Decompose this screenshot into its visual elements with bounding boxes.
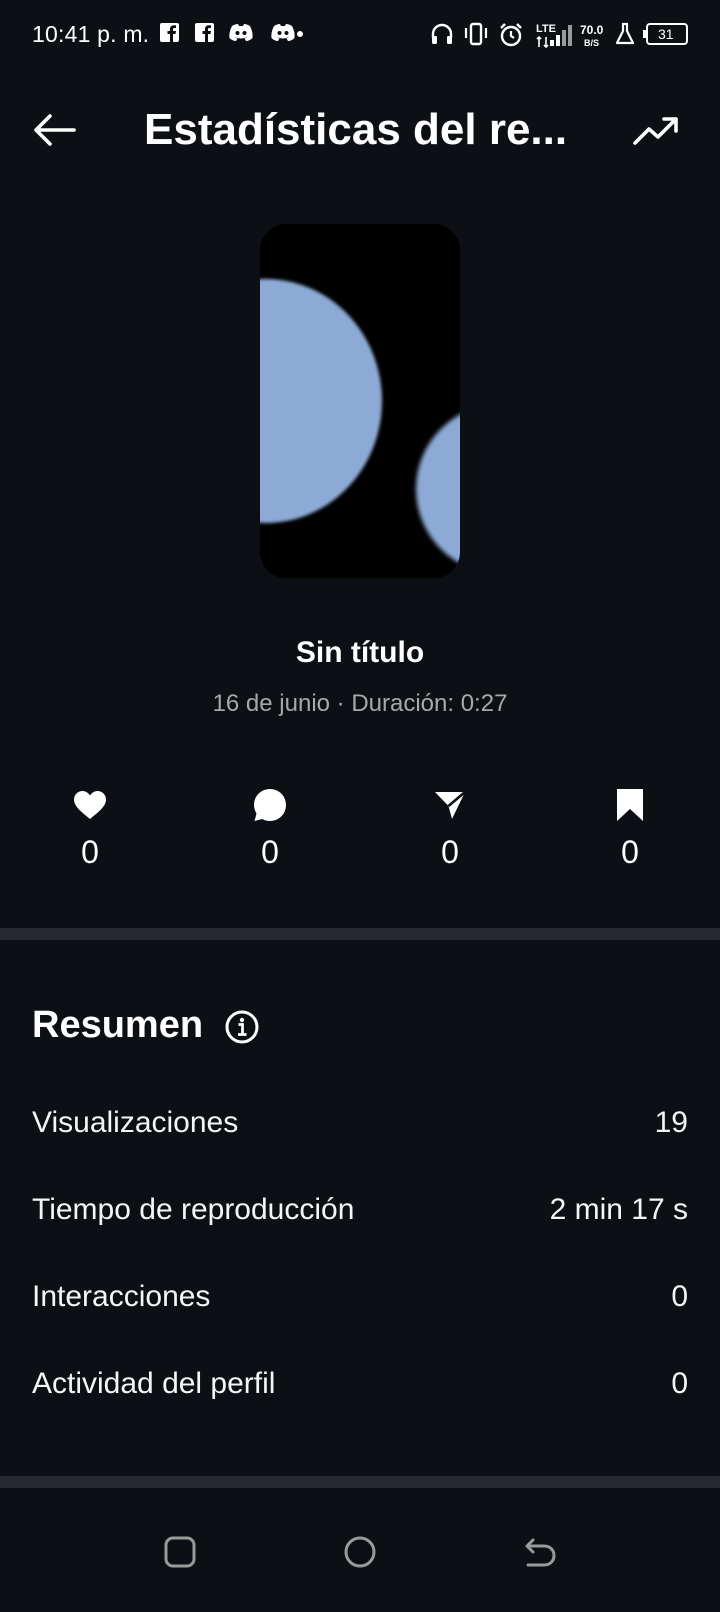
thumbnail-shape xyxy=(260,279,382,523)
info-icon xyxy=(225,1010,259,1044)
signal-icon xyxy=(550,25,572,46)
info-button[interactable] xyxy=(224,1009,260,1045)
trending-up-icon xyxy=(633,117,678,145)
headphones-icon xyxy=(431,23,453,44)
recents-button[interactable] xyxy=(150,1526,210,1578)
stat-row-profile-activity[interactable]: Actividad del perfil 0 xyxy=(32,1367,688,1407)
section-divider xyxy=(0,1476,720,1488)
battery-level: 31 xyxy=(658,26,674,42)
stat-row-views[interactable]: Visualizaciones 19 xyxy=(32,1106,688,1146)
net-speed-value: 70.0 xyxy=(580,23,604,37)
stat-label: Actividad del perfil xyxy=(32,1367,276,1400)
discord-icon xyxy=(271,24,303,41)
vibrate-icon xyxy=(464,22,488,46)
saves-count: 0 xyxy=(621,834,639,870)
stat-label: Tiempo de reproducción xyxy=(32,1193,355,1226)
stat-value: 2 min 17 s xyxy=(549,1193,688,1226)
back-button[interactable] xyxy=(26,108,82,152)
facebook-icon xyxy=(160,23,179,42)
system-back-icon xyxy=(525,1538,556,1567)
flask-icon xyxy=(615,22,635,45)
stat-label: Visualizaciones xyxy=(32,1106,239,1139)
bookmark-icon xyxy=(617,789,643,821)
reel-title: Sin título xyxy=(295,636,425,669)
reel-meta: 16 de junio · Duración: 0:27 xyxy=(212,690,508,717)
comments-count: 0 xyxy=(261,834,279,870)
alarm-icon xyxy=(500,23,522,47)
stat-value: 0 xyxy=(671,1280,688,1313)
send-icon xyxy=(435,791,466,819)
lte-signal-icon xyxy=(536,36,549,48)
recents-icon xyxy=(164,1536,196,1568)
heart-icon xyxy=(74,791,106,819)
facebook-icon xyxy=(195,23,214,42)
system-back-button[interactable] xyxy=(510,1526,570,1578)
system-nav-bar xyxy=(0,1490,720,1612)
stat-value: 19 xyxy=(654,1106,688,1139)
stat-row-interactions[interactable]: Interacciones 0 xyxy=(32,1280,688,1320)
page-title: Estadísticas del re... xyxy=(144,105,568,154)
stat-value: 0 xyxy=(671,1367,688,1400)
home-button[interactable] xyxy=(330,1526,390,1578)
stat-row-watch-time[interactable]: Tiempo de reproducción 2 min 17 s xyxy=(32,1193,688,1233)
reel-insights-screen: 10:41 p. m. LTE 70.0 B/S 31 Estadísticas… xyxy=(0,0,720,1612)
engagement-row: 0 0 0 0 xyxy=(0,784,720,874)
discord-icon xyxy=(229,24,253,41)
likes-stat: 0 xyxy=(40,784,140,874)
thumbnail-shape xyxy=(416,404,460,574)
section-divider xyxy=(0,928,720,940)
header: Estadísticas del re... xyxy=(0,90,720,170)
home-icon xyxy=(344,1536,376,1568)
comment-icon xyxy=(254,789,286,821)
summary-heading: Resumen xyxy=(32,1004,204,1046)
comments-stat: 0 xyxy=(220,784,320,874)
reel-thumbnail[interactable] xyxy=(260,224,460,578)
stat-label: Interacciones xyxy=(32,1280,211,1313)
saves-stat: 0 xyxy=(580,784,680,874)
back-arrow-icon xyxy=(34,114,76,146)
trends-button[interactable] xyxy=(626,108,686,152)
net-speed-unit: B/S xyxy=(584,38,600,48)
status-time: 10:41 p. m. xyxy=(32,21,150,47)
status-bar: 10:41 p. m. LTE 70.0 B/S 31 xyxy=(0,0,720,72)
likes-count: 0 xyxy=(81,834,99,870)
shares-stat: 0 xyxy=(400,784,500,874)
shares-count: 0 xyxy=(441,834,459,870)
